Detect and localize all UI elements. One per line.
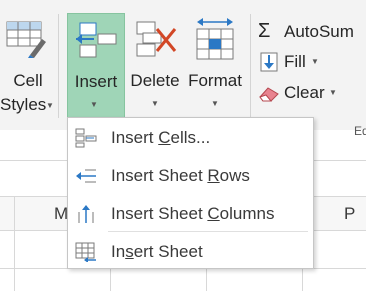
editing-group-label: Ed (354, 124, 366, 138)
insert-columns-icon (75, 204, 97, 224)
menu-item-insert-sheet-rows[interactable]: Insert Sheet Rows (68, 157, 313, 195)
chevron-down-icon: ▼ (311, 57, 319, 66)
clear-label: Clear (284, 83, 325, 102)
column-header-p[interactable]: P (344, 204, 355, 224)
insert-button[interactable]: Insert ▼ (67, 13, 125, 118)
grid-line (14, 196, 15, 291)
group-separator (250, 14, 251, 118)
menu-separator (108, 231, 308, 232)
autosum-button[interactable]: Σ AutoSum (258, 20, 366, 44)
delete-cells-icon (135, 19, 179, 59)
insert-dropdown-menu: Insert Cells... Insert Sheet Rows Insert… (67, 117, 314, 269)
insert-cells-icon (75, 128, 97, 148)
eraser-icon (258, 84, 280, 102)
menu-item-label: Insert Sheet (111, 242, 203, 261)
chevron-down-icon: ▼ (151, 99, 159, 108)
clear-button[interactable]: Clear ▼ (258, 81, 366, 105)
chevron-down-icon: ▼ (329, 88, 337, 97)
menu-item-label: Insert Sheet Columns (111, 204, 275, 223)
format-label: Format (188, 71, 242, 90)
menu-item-label: Insert Cells... (111, 128, 211, 147)
cell-styles-label-line1: Cell (13, 71, 43, 90)
group-separator (58, 14, 59, 118)
format-cells-icon (193, 17, 237, 61)
delete-label: Delete (130, 71, 180, 90)
delete-button[interactable]: Delete ▼ (127, 13, 183, 118)
fill-button[interactable]: Fill ▼ (258, 50, 366, 74)
insert-rows-icon (75, 166, 97, 186)
chevron-down-icon: ▼ (211, 99, 219, 108)
sigma-icon: Σ (258, 20, 271, 42)
menu-item-label: Insert Sheet Rows (111, 166, 250, 185)
menu-item-insert-sheet-columns[interactable]: Insert Sheet Columns (68, 195, 313, 233)
chevron-down-icon: ▼ (46, 101, 54, 110)
insert-cells-icon (74, 20, 118, 58)
autosum-label: AutoSum (284, 22, 354, 41)
insert-label: Insert (74, 72, 118, 91)
menu-item-insert-cells[interactable]: Insert Cells... (68, 119, 313, 157)
menu-item-insert-sheet[interactable]: Insert Sheet (68, 233, 313, 271)
cell-styles-icon (6, 21, 48, 59)
fill-label: Fill (284, 52, 306, 71)
fill-down-icon (260, 52, 278, 72)
cell-styles-button[interactable]: Cell Styles ▼ (0, 13, 56, 118)
chevron-down-icon: ▼ (90, 100, 98, 109)
insert-sheet-icon (75, 242, 97, 263)
format-button[interactable]: Format ▼ (185, 13, 245, 118)
cell-styles-label-line2: Styles (0, 95, 47, 114)
